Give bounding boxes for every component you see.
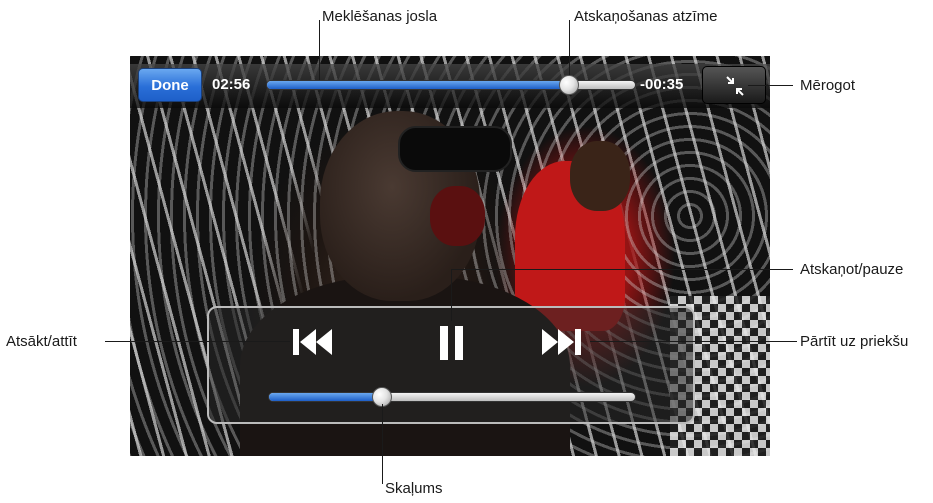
volume-level: [269, 393, 383, 401]
callout-line-scrubber: [319, 20, 320, 80]
callout-volume: Skaļums: [385, 480, 443, 497]
skip-back-icon: [293, 329, 332, 355]
callout-line-play-pause: [451, 269, 452, 321]
volume-slider[interactable]: [268, 392, 636, 402]
callout-scrubber-bar: Meklēšanas josla: [322, 8, 438, 25]
singer-mouth: [430, 186, 485, 246]
callout-line-forward: [590, 341, 797, 342]
scrubber-bar[interactable]: [266, 80, 636, 90]
callout-scale: Mērogot: [800, 77, 856, 94]
fast-forward-button[interactable]: [538, 322, 584, 367]
play-pause-button[interactable]: [434, 322, 470, 369]
callout-line-playhead: [569, 20, 570, 75]
callout-play-pause: Atskaņot/pauze: [800, 261, 904, 278]
callout-line-restart: [105, 341, 290, 342]
elapsed-time: 02:56: [212, 76, 251, 93]
skip-forward-icon: [542, 329, 581, 355]
callout-fast-forward: Pārtīt uz priekšu: [800, 333, 909, 350]
background-performer-head: [570, 141, 630, 211]
done-button[interactable]: Done: [138, 68, 202, 102]
callout-restart-rewind: Atsākt/attīt: [6, 333, 77, 350]
callout-line-volume: [382, 404, 383, 484]
callout-playhead: Atskaņošanas atzīme: [574, 8, 718, 25]
callout-line-scale: [748, 85, 793, 86]
pause-icon: [440, 326, 463, 360]
scrubber-progress: [267, 81, 569, 89]
callout-line-play-pause-h: [451, 269, 793, 270]
sunglasses: [398, 126, 512, 172]
restart-rewind-button[interactable]: [290, 322, 336, 367]
scale-icon: [726, 76, 744, 96]
remaining-time: -00:35: [640, 76, 684, 93]
